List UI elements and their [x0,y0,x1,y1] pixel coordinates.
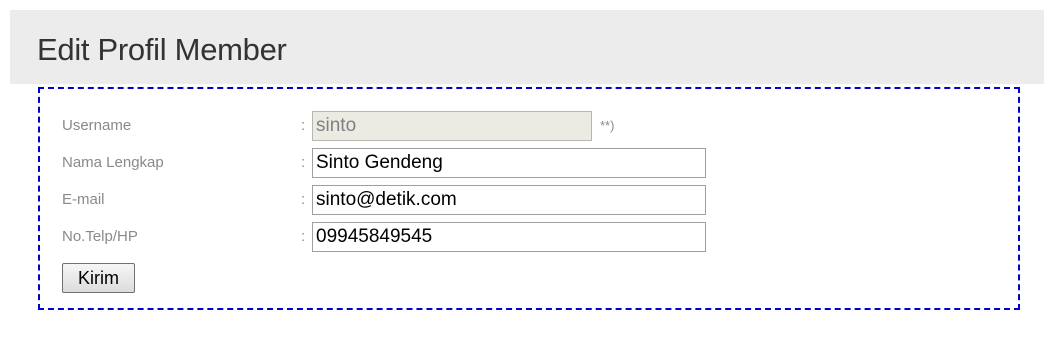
email-row: E-mail : [62,183,962,217]
page-title: Edit Profil Member [37,32,287,67]
username-label: Username [62,117,132,134]
username-row: Username : **) [62,109,962,143]
username-separator: : [301,117,306,134]
page: Edit Profil Member Username : **) Nama L… [0,0,1044,352]
fullname-field[interactable] [312,148,706,178]
email-label: E-mail [62,191,105,208]
edit-profile-form: Username : **) Nama Lengkap : E-mail : N… [38,87,1020,310]
username-field[interactable] [312,111,592,141]
submit-button[interactable]: Kirim [62,263,135,293]
phone-separator: : [301,228,306,245]
phone-row: No.Telp/HP : [62,220,962,254]
page-header: Edit Profil Member [10,10,1044,84]
username-note: **) [600,118,615,133]
phone-label: No.Telp/HP [62,228,138,245]
phone-field[interactable] [312,222,706,252]
fullname-row: Nama Lengkap : [62,146,962,180]
email-field[interactable] [312,185,706,215]
fullname-separator: : [301,154,306,171]
email-separator: : [301,191,306,208]
fullname-label: Nama Lengkap [62,154,164,171]
